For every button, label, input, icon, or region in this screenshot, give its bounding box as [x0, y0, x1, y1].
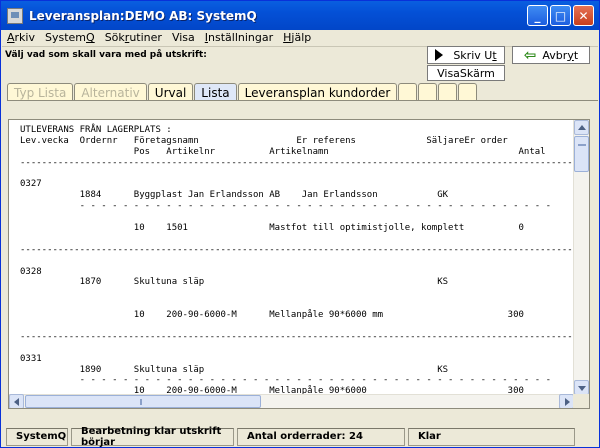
tab-lista[interactable]: Lista: [194, 83, 237, 101]
print-label-start: Skriv U: [453, 48, 493, 62]
status-state: Klar: [408, 427, 575, 446]
report-line: 0327: [20, 179, 42, 190]
abort-label-end: t: [573, 48, 579, 62]
tab-leveransplan-kundorder[interactable]: Leveransplan kundorder: [237, 83, 398, 101]
print-options-prompt: Välj vad som skall vara med på utskrift:: [5, 50, 207, 60]
app-window-icon: [7, 7, 23, 24]
report-line: [20, 343, 574, 354]
tab-divider: [7, 100, 598, 101]
report-line: UTLEVERANS FRÅN LAGERPLATS :: [20, 125, 172, 135]
tab-typ-lista[interactable]: Typ Lista: [7, 83, 74, 101]
menu-sokrutiner-label-end: utiner: [129, 31, 162, 44]
menu-bar: Arkiv SystemQ Sökrutiner Visa Inställnin…: [2, 30, 598, 47]
menu-hjalp[interactable]: Hjälp: [278, 30, 316, 46]
report-line: - - - - - - - - - - - - - - - - - - - - …: [20, 201, 552, 212]
application-window: Leveransplan:DEMO AB: SystemQ _ □ ✕ Arki…: [0, 0, 600, 448]
report-line: 10 1501 Mastfot till optimistjolle, komp…: [20, 223, 524, 234]
report-line: Lev.vecka Ordernr Företagsnamn Er refere…: [20, 135, 508, 146]
tab-blank-4[interactable]: [458, 83, 478, 101]
status-order-rows: Antal orderrader: 24: [237, 427, 405, 446]
scroll-down-arrow-icon: [578, 386, 586, 391]
abort-button[interactable]: ⇦ Avbryt: [512, 46, 590, 64]
report-line: 0331: [20, 353, 42, 364]
report-line: 0328: [20, 266, 42, 277]
menu-systemq-label: System: [45, 31, 87, 44]
tab-blank-2[interactable]: [418, 83, 438, 101]
report-line: Pos Artikelnr Artikelnamn Antal: [20, 146, 546, 157]
status-bar: SystemQ Bearbetning klar utskrift börjar…: [1, 426, 599, 448]
menu-systemq[interactable]: SystemQ: [40, 30, 100, 46]
report-line: [20, 288, 574, 299]
menu-sokrutiner[interactable]: Sökrutiner: [100, 30, 167, 46]
report-line: ----------------------------------------…: [20, 331, 573, 342]
horizontal-grip-icon: [140, 399, 142, 405]
print-label-mnemonic: t: [492, 48, 497, 62]
scroll-left-button[interactable]: [9, 394, 24, 408]
scroll-right-button[interactable]: [559, 394, 574, 408]
report-line: [20, 234, 574, 245]
tab-bar: Typ Lista Alternativ Urval Lista Leveran…: [7, 83, 478, 101]
status-system: SystemQ: [6, 427, 68, 446]
abort-label-start: Avbr: [542, 48, 568, 62]
tab-urval[interactable]: Urval: [147, 83, 194, 101]
vertical-grip-icon: [578, 144, 586, 146]
status-message: Bearbetning klar utskrift börjar: [71, 426, 234, 448]
show-screen-button[interactable]: VisaSkärm: [427, 65, 505, 81]
scroll-up-arrow-icon: [578, 125, 586, 130]
report-line: [20, 321, 574, 332]
horizontal-scrollbar[interactable]: [9, 394, 574, 408]
report-line: [20, 169, 574, 180]
report-line: [20, 256, 574, 267]
print-button[interactable]: Skriv Ut: [427, 46, 505, 64]
tab-blank-3[interactable]: [438, 83, 458, 101]
scroll-down-button[interactable]: [574, 380, 589, 395]
menu-sokrutiner-label-start: Sök: [104, 31, 125, 44]
report-line: 1870 Skultuna släp KS: [20, 277, 449, 288]
horizontal-scroll-thumb[interactable]: [25, 395, 261, 408]
report-line: 1890 Skultuna släp KS: [20, 364, 449, 375]
report-line: - - - - - - - - - - - - - - - - - - - - …: [20, 375, 552, 386]
menu-systemq-mnemonic: Q: [86, 31, 95, 44]
vertical-scrollbar[interactable]: [573, 120, 589, 396]
menu-installningar[interactable]: Inställningar: [200, 30, 278, 46]
report-line: [20, 299, 574, 310]
scrollbar-corner: [573, 394, 589, 408]
menu-hjalp-label: jälp: [291, 31, 312, 44]
maximize-button[interactable]: □: [550, 5, 571, 26]
print-button-label: Skriv Ut: [453, 49, 496, 62]
menu-arkiv[interactable]: Arkiv: [2, 30, 40, 46]
report-viewer[interactable]: UTLEVERANS FRÅN LAGERPLATS : Lev.vecka Or…: [8, 119, 590, 409]
menu-visa[interactable]: Visa: [167, 30, 200, 46]
scroll-right-arrow-icon: [565, 398, 570, 406]
title-bar[interactable]: Leveransplan:DEMO AB: SystemQ _ □ ✕: [1, 1, 599, 30]
window-title: Leveransplan:DEMO AB: SystemQ: [29, 8, 257, 23]
report-line: ----------------------------------------…: [20, 244, 573, 255]
tab-alternativ[interactable]: Alternativ: [74, 83, 147, 101]
report-line: [20, 212, 574, 223]
play-arrow-icon: [435, 49, 444, 61]
report-line: ----------------------------------------…: [20, 157, 573, 168]
report-line: 10 200-90-6000-M Mellanpåle 90*6000 mm 3…: [20, 310, 524, 321]
menu-arkiv-mnemonic: A: [7, 31, 15, 44]
menu-installningar-label: nställningar: [208, 31, 274, 44]
menu-arkiv-label: rkiv: [14, 31, 35, 44]
scroll-left-arrow-icon: [14, 398, 19, 406]
scroll-up-button[interactable]: [574, 120, 589, 135]
report-text-area[interactable]: UTLEVERANS FRÅN LAGERPLATS : Lev.vecka Or…: [9, 120, 574, 396]
report-line: 1884 Byggplast Jan Erlandsson AB Jan Erl…: [20, 190, 449, 201]
back-arrow-icon: ⇦: [523, 45, 537, 64]
vertical-scroll-thumb[interactable]: [574, 136, 589, 172]
close-button[interactable]: ✕: [573, 5, 594, 26]
tab-blank-1[interactable]: [398, 83, 418, 101]
minimize-button[interactable]: _: [527, 5, 548, 26]
abort-button-label: Avbryt: [542, 49, 578, 62]
